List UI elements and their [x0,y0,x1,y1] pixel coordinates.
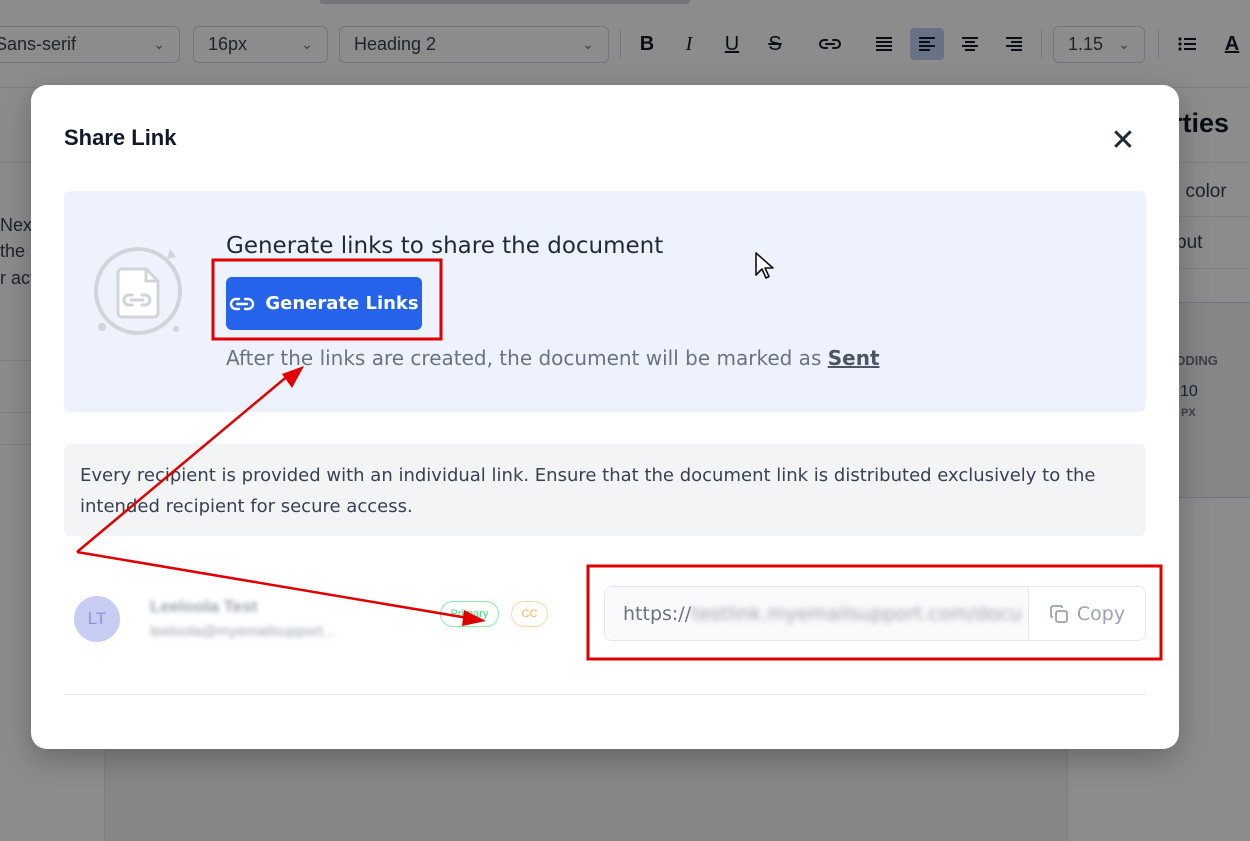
generate-note-text: After the links are created, the documen… [226,346,822,370]
avatar: LT [74,596,120,642]
generate-note: After the links are created, the documen… [226,346,880,370]
primary-badge: Primary [440,601,499,627]
link-rest: testlink.myemailsupport.com/docu [691,602,1022,625]
recipient-email: leeloola@myemailsupport... [150,623,336,640]
generate-heading: Generate links to share the document [226,233,664,259]
close-icon[interactable]: ✕ [1109,126,1137,156]
share-link-input[interactable]: https:// testlink.myemailsupport.com/doc… [605,587,1028,640]
link-icon [230,297,255,310]
sent-status-link[interactable]: Sent [828,346,880,370]
generate-links-button[interactable]: Generate Links [226,277,422,330]
modal-title: Share Link [64,125,177,150]
copy-icon [1049,604,1068,623]
copy-button[interactable]: Copy [1028,587,1145,640]
copy-label: Copy [1076,602,1126,625]
share-link-field: https:// testlink.myemailsupport.com/doc… [604,586,1146,641]
document-link-illustration [94,247,182,335]
recipient-row: LT Leeloola Test leeloola@myemailsupport… [64,575,1146,695]
recipient-name: Leeloola Test [150,597,258,616]
info-message: Every recipient is provided with an indi… [64,444,1146,536]
mouse-pointer-icon [755,252,774,279]
cc-badge: CC [511,601,548,627]
generate-links-panel: Generate links to share the document Gen… [64,191,1146,412]
share-link-modal: Share Link ✕ Generate links to share the… [31,85,1179,749]
generate-links-label: Generate Links [265,293,419,314]
link-prefix: https:// [623,602,692,625]
